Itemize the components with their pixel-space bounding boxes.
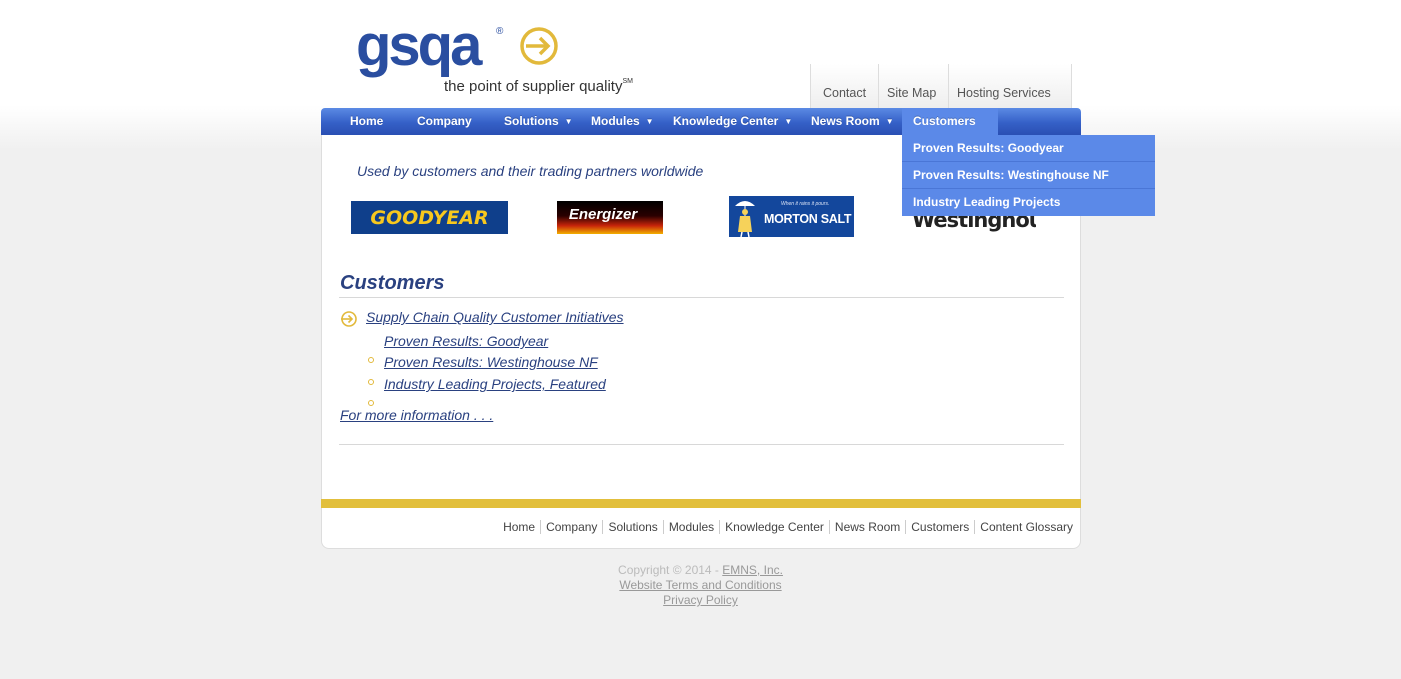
page-title: Customers xyxy=(340,272,445,294)
chevron-down-icon: ▼ xyxy=(784,117,793,126)
registered-mark: ® xyxy=(496,26,504,37)
divider xyxy=(339,444,1064,445)
site-logo[interactable]: gsqa ® the point of supplier qualitySM xyxy=(356,16,656,98)
terms-row: Website Terms and Conditions xyxy=(0,578,1401,592)
hosting-services-link[interactable]: Hosting Services xyxy=(948,64,1072,108)
nav-company[interactable]: Company xyxy=(417,108,472,135)
dropdown-item-goodyear[interactable]: Proven Results: Goodyear xyxy=(902,135,1155,162)
footer-link-content-glossary[interactable]: Content Glossary xyxy=(974,520,1073,534)
chevron-down-icon: ▼ xyxy=(645,117,654,126)
morton-salt-logo: When it rains it pours. MORTON SALT xyxy=(729,196,854,237)
footer-link-customers[interactable]: Customers xyxy=(905,520,974,534)
customer-initiatives-link[interactable]: Supply Chain Quality Customer Initiative… xyxy=(366,309,624,325)
privacy-row: Privacy Policy xyxy=(0,593,1401,607)
dropdown-item-westinghouse[interactable]: Proven Results: Westinghouse NF xyxy=(902,162,1155,189)
footer-link-solutions[interactable]: Solutions xyxy=(602,520,662,534)
footer-link-knowledge-center[interactable]: Knowledge Center xyxy=(719,520,829,534)
footer-nav: Home Company Solutions Modules Knowledge… xyxy=(321,520,1073,534)
bullet-icon xyxy=(368,379,374,385)
footer-link-modules[interactable]: Modules xyxy=(662,520,719,534)
more-information-link[interactable]: For more information . . . xyxy=(340,407,493,423)
main-nav: Home Company Solutions ▼ Modules ▼ Knowled… xyxy=(321,108,1081,135)
chevron-down-icon: ▼ xyxy=(564,117,573,126)
nav-knowledge-center[interactable]: Knowledge Center ▼ xyxy=(673,108,792,135)
copyright-text: Copyright © 2014 - EMNS, Inc. xyxy=(618,563,783,577)
divider xyxy=(339,297,1064,298)
proven-results-goodyear-link[interactable]: Proven Results: Goodyear xyxy=(384,333,548,349)
footer-link-news-room[interactable]: News Room xyxy=(828,520,905,534)
chevron-down-icon: ▼ xyxy=(885,117,894,126)
umbrella-girl-icon xyxy=(735,201,755,237)
nav-customers[interactable]: Customers xyxy=(902,108,998,135)
emns-link[interactable]: EMNS, Inc. xyxy=(722,563,783,577)
footer-accent-bar xyxy=(321,499,1081,508)
nav-home[interactable]: Home xyxy=(350,108,383,135)
contact-link[interactable]: Contact xyxy=(810,64,878,108)
terms-link[interactable]: Website Terms and Conditions xyxy=(619,578,781,592)
nav-solutions[interactable]: Solutions ▼ xyxy=(504,108,573,135)
arrow-circle-icon xyxy=(341,311,357,327)
industry-leading-projects-link[interactable]: Industry Leading Projects, Featured xyxy=(384,376,606,392)
nav-modules[interactable]: Modules ▼ xyxy=(591,108,654,135)
footer-link-company[interactable]: Company xyxy=(540,520,602,534)
logo-arrow-icon xyxy=(520,27,558,65)
logo-wordmark: gsqa xyxy=(356,13,482,78)
privacy-policy-link[interactable]: Privacy Policy xyxy=(663,593,738,607)
logo-tagline: the point of supplier qualitySM xyxy=(444,78,633,95)
intro-text: Used by customers and their trading part… xyxy=(357,163,704,179)
utility-nav: Contact Site Map Hosting Services xyxy=(810,64,1072,108)
footer-link-home[interactable]: Home xyxy=(498,520,540,534)
bullet-icon xyxy=(368,357,374,363)
energizer-logo: Energizer xyxy=(557,201,663,234)
bullet-icon xyxy=(368,400,374,406)
nav-news-room[interactable]: News Room ▼ xyxy=(811,108,894,135)
customers-dropdown-menu: Proven Results: Goodyear Proven Results:… xyxy=(902,135,1155,216)
site-map-link[interactable]: Site Map xyxy=(878,64,948,108)
proven-results-westinghouse-link[interactable]: Proven Results: Westinghouse NF xyxy=(384,354,598,370)
dropdown-item-industry-projects[interactable]: Industry Leading Projects xyxy=(902,189,1155,216)
goodyear-logo: GOODYEAR xyxy=(351,201,508,234)
